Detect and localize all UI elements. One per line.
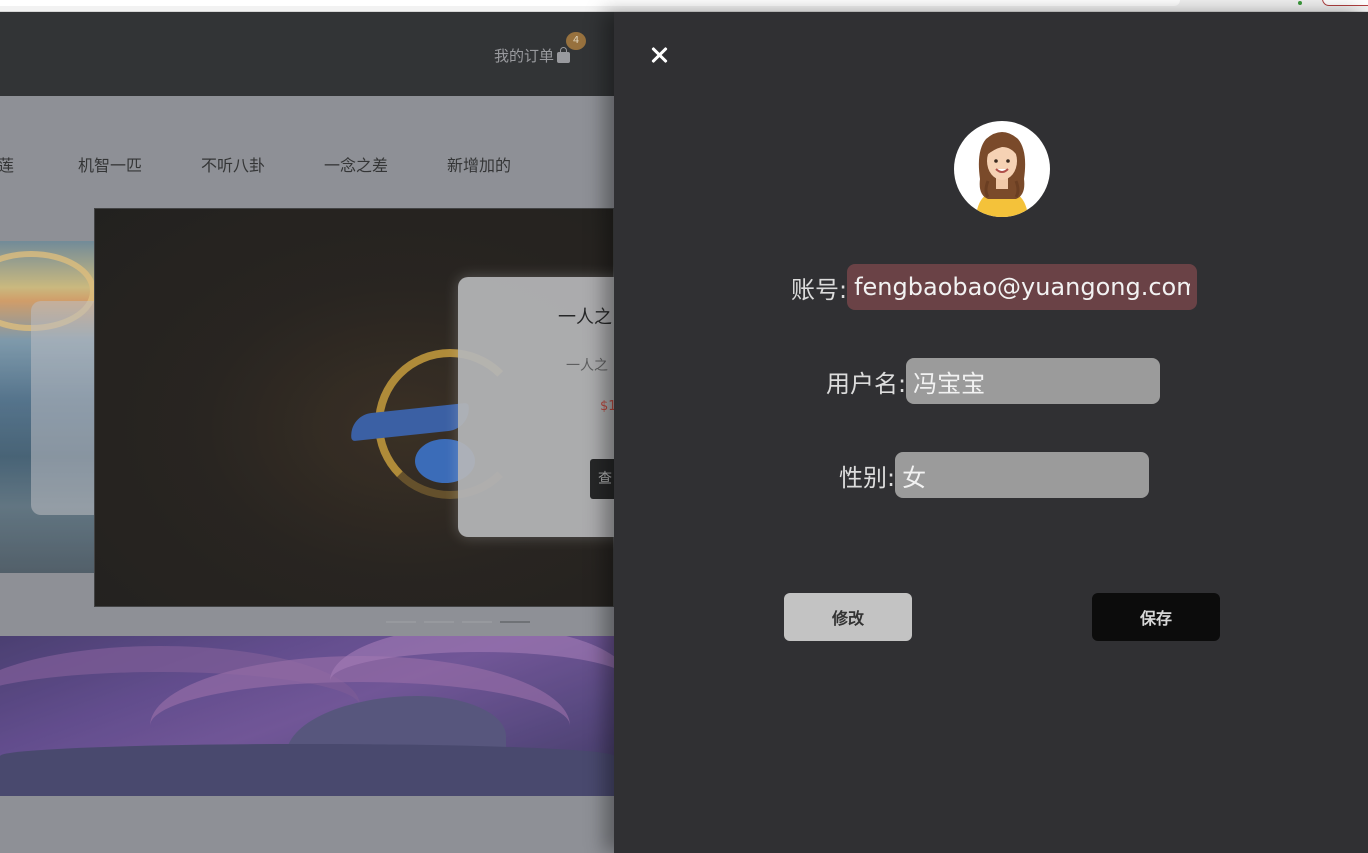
extension-indicator-icon [1298, 1, 1302, 5]
account-label: 账号: [791, 275, 848, 304]
address-bar-edge [0, 0, 1180, 6]
username-label: 用户名: [826, 369, 907, 398]
profile-drawer: 账号: 用户名: 性别: 修改 保存 [614, 12, 1368, 853]
gender-label: 性别: [839, 463, 896, 492]
gender-field[interactable] [895, 452, 1150, 498]
edit-button[interactable]: 修改 [784, 593, 912, 641]
account-row: 账号: [791, 264, 1198, 310]
save-button[interactable]: 保存 [1092, 593, 1220, 641]
account-field[interactable] [847, 264, 1198, 310]
close-icon[interactable] [648, 44, 670, 66]
browser-chrome-strip [0, 0, 1368, 12]
profile-pill[interactable] [1322, 0, 1368, 6]
avatar-icon [954, 121, 1050, 217]
gender-row: 性别: [839, 452, 1150, 498]
username-field[interactable] [906, 358, 1161, 404]
modal-overlay[interactable] [0, 12, 614, 853]
username-row: 用户名: [826, 358, 1161, 404]
